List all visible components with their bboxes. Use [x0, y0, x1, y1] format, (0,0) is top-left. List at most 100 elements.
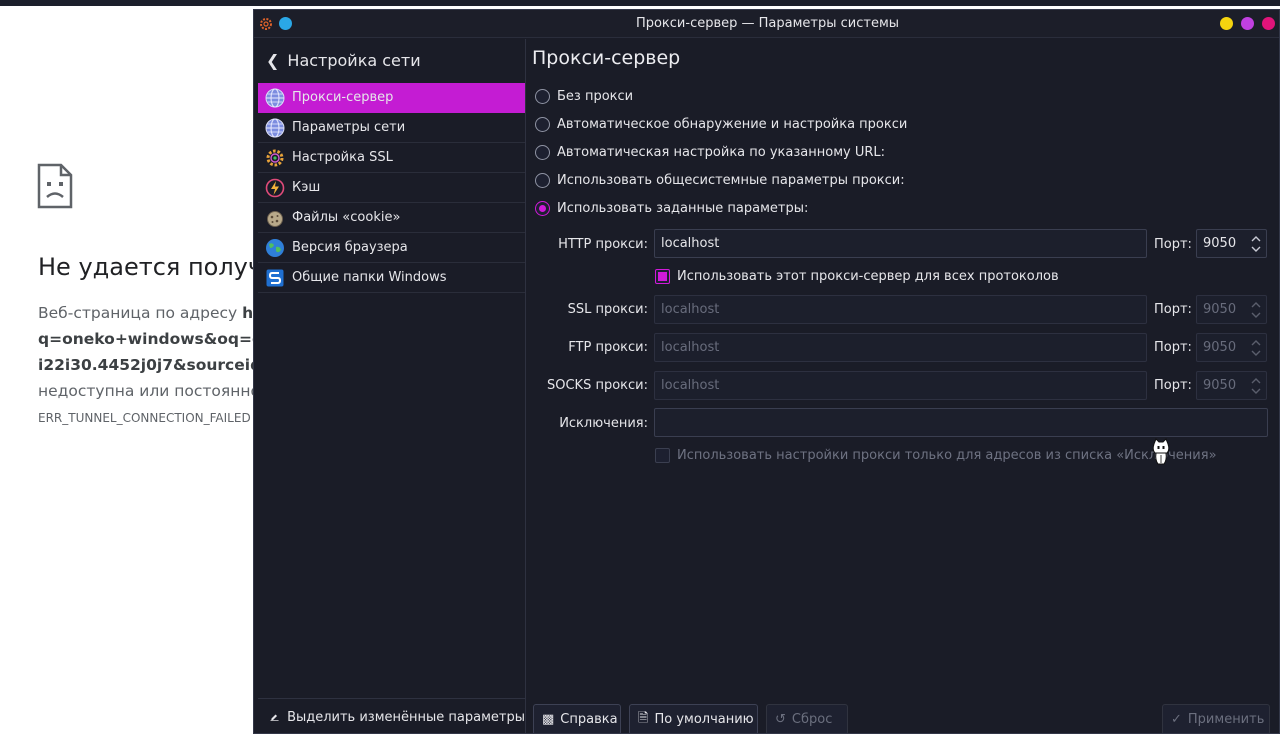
- error-body-line4: недоступна или постоянно: [38, 382, 260, 400]
- system-settings-window: Прокси-сервер — Параметры системы ❮ Настр…: [253, 9, 1280, 734]
- lightning-icon: [264, 177, 286, 199]
- radio-auto-url[interactable]: Автоматическая настройка по указанному U…: [535, 145, 885, 160]
- sidebar: ❮ Настройка сети Прокси-сервер Параметры …: [254, 39, 526, 733]
- radio-auto-detect[interactable]: Автоматическое обнаружение и настройка п…: [535, 117, 907, 132]
- http-port-spinbox[interactable]: 9050: [1196, 229, 1267, 258]
- reset-button-label: Сброс: [791, 712, 833, 727]
- highlight-changed-button[interactable]: Выделить изменённые параметры: [258, 698, 525, 733]
- globe-icon: [264, 87, 286, 109]
- radio-indicator[interactable]: [535, 201, 550, 216]
- ssl-port-value: 9050: [1203, 302, 1237, 317]
- radio-label: Автоматическая настройка по указанному U…: [557, 145, 885, 160]
- spin-arrows-icon[interactable]: [1250, 337, 1262, 359]
- sidebar-item-label: Версия браузера: [292, 240, 408, 255]
- chevron-left-icon: ❮: [266, 51, 280, 70]
- spin-arrows-icon[interactable]: [1250, 375, 1262, 397]
- sidebar-item-label: Кэш: [292, 180, 321, 195]
- highlight-changed-label: Выделить изменённые параметры: [287, 709, 525, 725]
- error-title: Не удается получ: [38, 253, 263, 281]
- sidebar-item-proxy[interactable]: Прокси-сервер: [258, 83, 525, 113]
- socks-port-label: Порт:: [1154, 378, 1192, 393]
- sidebar-item-label: Файлы «cookie»: [292, 210, 401, 225]
- http-port-label: Порт:: [1154, 237, 1192, 252]
- radio-manual-proxy[interactable]: Использовать заданные параметры:: [535, 201, 808, 216]
- socks-port-value: 9050: [1203, 378, 1237, 393]
- sidebar-item-label: Настройка SSL: [292, 150, 393, 165]
- window-titlebar[interactable]: Прокси-сервер — Параметры системы: [254, 10, 1279, 38]
- use-for-all-protocols-checkbox[interactable]: Использовать этот прокси-сервер для всех…: [655, 269, 1059, 284]
- sidebar-item-label: Прокси-сервер: [292, 90, 394, 105]
- globe-icon: [264, 117, 286, 139]
- gear-icon: [264, 147, 286, 169]
- radio-indicator[interactable]: [535, 173, 550, 188]
- radio-system-proxy[interactable]: Использовать общесистемные параметры про…: [535, 173, 905, 188]
- defaults-button[interactable]: 🗎 По умолчанию: [629, 704, 758, 733]
- error-body-line1: Веб-страница по адресу: [38, 304, 243, 322]
- document-icon: 🗎: [638, 710, 649, 726]
- pencil-icon: [270, 714, 279, 721]
- ftp-port-spinbox[interactable]: 9050: [1196, 333, 1267, 362]
- sidebar-item-label: Параметры сети: [292, 120, 406, 135]
- maximize-button[interactable]: [1241, 17, 1254, 30]
- exceptions-input[interactable]: [654, 408, 1268, 437]
- checkmark-icon: ✓: [1171, 712, 1182, 727]
- radio-indicator[interactable]: [535, 89, 550, 104]
- help-button[interactable]: ▩ Справка: [533, 704, 621, 733]
- exceptions-label: Исключения:: [559, 416, 648, 431]
- ssl-proxy-label: SSL прокси:: [567, 302, 648, 317]
- checkbox-indicator[interactable]: [655, 448, 670, 463]
- ssl-port-label: Порт:: [1154, 302, 1192, 317]
- reset-button[interactable]: ↺ Сброс: [766, 704, 848, 733]
- radio-label: Автоматическое обнаружение и настройка п…: [557, 117, 908, 132]
- radio-label: Без прокси: [557, 89, 634, 104]
- sidebar-list: Прокси-сервер Параметры сети Настройка S…: [258, 83, 525, 293]
- socks-proxy-input[interactable]: localhost: [654, 371, 1147, 400]
- sidebar-header-label: Настройка сети: [287, 51, 421, 70]
- oneko-cat-icon: [1152, 438, 1170, 465]
- page-title: Прокси-сервер: [532, 47, 681, 69]
- sidebar-back-header[interactable]: ❮ Настройка сети: [266, 51, 421, 70]
- error-url-line3: i22i30.4452j0j7&sourceid: [38, 356, 262, 374]
- ftp-proxy-label: FTP прокси:: [568, 340, 648, 355]
- checkbox-indicator[interactable]: [655, 269, 670, 284]
- sidebar-item-cache[interactable]: Кэш: [258, 173, 525, 203]
- http-proxy-label: HTTP прокси:: [558, 237, 648, 252]
- radio-label: Использовать общесистемные параметры про…: [557, 173, 905, 188]
- apply-button[interactable]: ✓ Применить: [1162, 704, 1270, 733]
- checkbox-label: Использовать этот прокси-сервер для всех…: [677, 269, 1059, 284]
- sidebar-item-label: Общие папки Windows: [292, 270, 447, 285]
- error-body: Веб-страница по адресу ht q=oneko+window…: [38, 300, 263, 404]
- sidebar-item-cookies[interactable]: Файлы «cookie»: [258, 203, 525, 233]
- ftp-proxy-input[interactable]: localhost: [654, 333, 1147, 362]
- sidebar-item-browser-id[interactable]: Версия браузера: [258, 233, 525, 263]
- cookie-icon: [264, 207, 286, 229]
- window-title: Прокси-сервер — Параметры системы: [635, 16, 900, 31]
- error-url-line2: q=oneko+windows&oq=o: [38, 330, 263, 348]
- http-port-value: 9050: [1203, 236, 1237, 251]
- ssl-port-spinbox[interactable]: 9050: [1196, 295, 1267, 324]
- http-proxy-input[interactable]: localhost: [654, 229, 1147, 258]
- ftp-port-label: Порт:: [1154, 340, 1192, 355]
- undo-icon: ↺: [775, 712, 786, 727]
- earth-icon: [264, 237, 286, 259]
- checkbox-label: Использовать настройки прокси только для…: [677, 448, 1217, 463]
- minimize-button[interactable]: [1220, 17, 1233, 30]
- sidebar-item-windows-shares[interactable]: Общие папки Windows: [258, 263, 525, 293]
- help-icon: ▩: [542, 712, 555, 727]
- spin-arrows-icon[interactable]: [1250, 299, 1262, 321]
- radio-indicator[interactable]: [535, 145, 550, 160]
- radio-indicator[interactable]: [535, 117, 550, 132]
- radio-no-proxy[interactable]: Без прокси: [535, 89, 633, 104]
- apply-button-label: Применить: [1187, 712, 1265, 727]
- defaults-button-label: По умолчанию: [654, 712, 754, 727]
- close-button[interactable]: [1262, 17, 1275, 30]
- sidebar-item-ssl[interactable]: Настройка SSL: [258, 143, 525, 173]
- sidebar-item-network[interactable]: Параметры сети: [258, 113, 525, 143]
- socks-proxy-label: SOCKS прокси:: [546, 378, 648, 393]
- exceptions-only-checkbox[interactable]: Использовать настройки прокси только для…: [655, 448, 1217, 463]
- spin-arrows-icon[interactable]: [1250, 233, 1262, 255]
- error-code: ERR_TUNNEL_CONNECTION_FAILED: [38, 411, 251, 425]
- ftp-port-value: 9050: [1203, 340, 1237, 355]
- socks-port-spinbox[interactable]: 9050: [1196, 371, 1267, 400]
- ssl-proxy-input[interactable]: localhost: [654, 295, 1147, 324]
